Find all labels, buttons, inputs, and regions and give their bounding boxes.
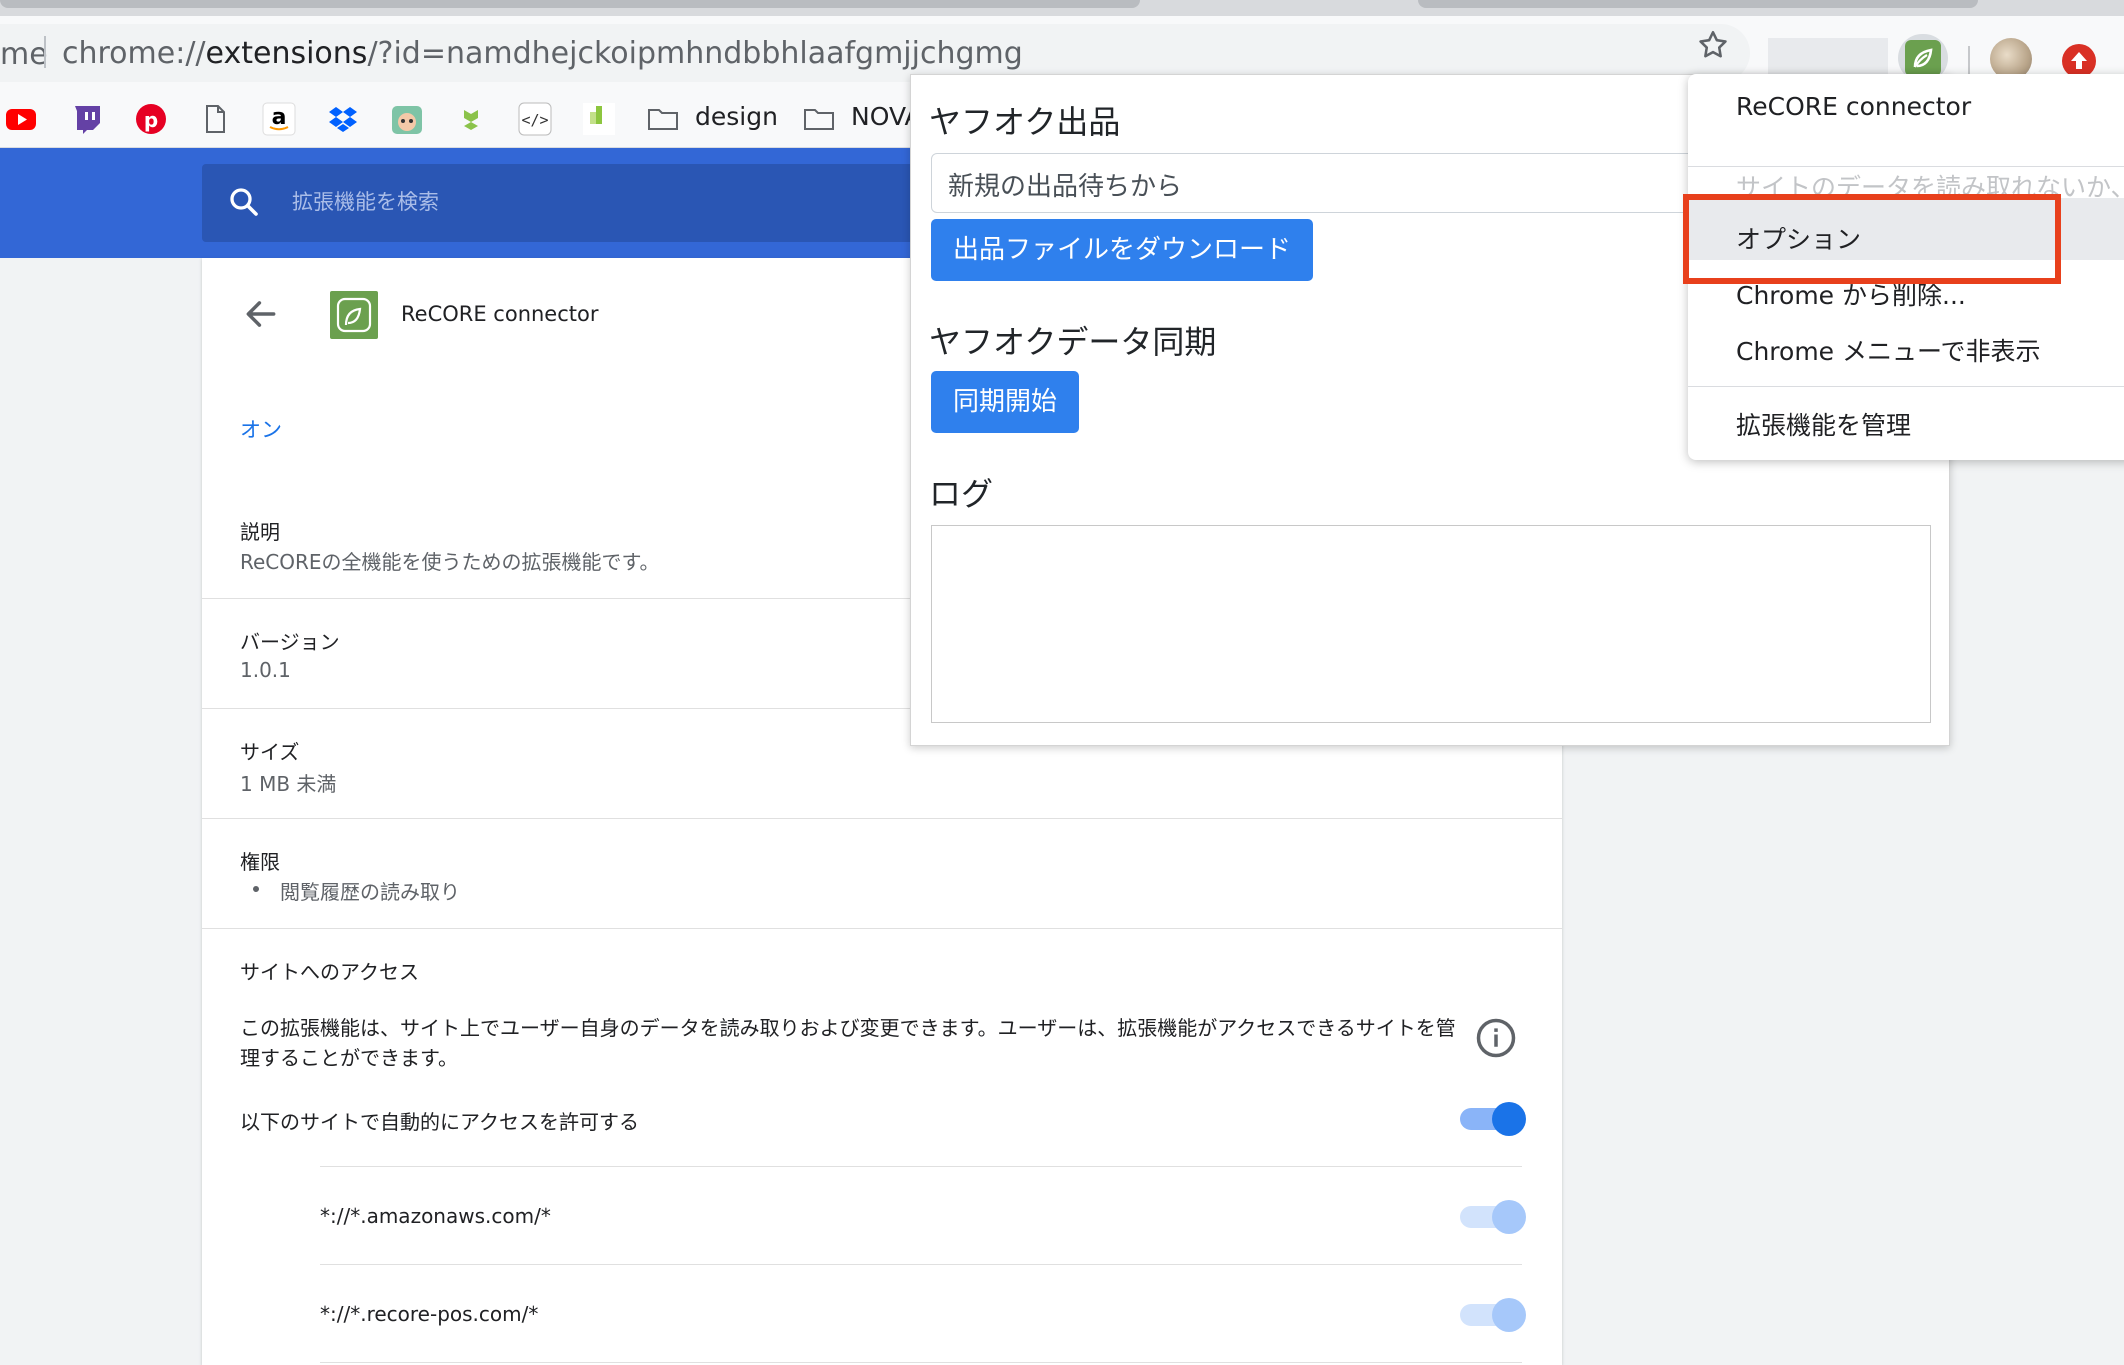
select-value: 新規の出品待ちから <box>948 172 1183 202</box>
update-icon[interactable] <box>2062 44 2096 78</box>
list-bullet <box>253 886 259 892</box>
pinterest-icon[interactable]: p <box>134 102 168 136</box>
search-icon <box>230 188 258 216</box>
leaf-icon <box>1905 40 1941 76</box>
url-host: extensions <box>205 36 368 71</box>
site-toggle <box>1460 1198 1526 1234</box>
auto-allow-toggle[interactable] <box>1460 1100 1526 1136</box>
cat-icon[interactable] <box>390 102 424 136</box>
bookmark-label[interactable]: design <box>695 102 778 131</box>
annotation-highlight-box <box>1683 194 2061 284</box>
folder-icon[interactable] <box>646 102 680 136</box>
site-pattern: *://*.recore-pos.com/* <box>320 1302 539 1326</box>
url-text[interactable]: chrome://extensions/?id=namdhejckoipmhnd… <box>62 36 1023 71</box>
sync-section-title: ヤフオクデータ同期 <box>929 323 1217 361</box>
url-prefix: me <box>0 37 48 72</box>
permissions-title: 権限 <box>240 850 280 874</box>
svg-text:</>: </> <box>521 111 548 129</box>
description-text: ReCOREの全機能を使うための拡張機能です。 <box>240 550 660 574</box>
menu-item-hide[interactable]: Chrome メニューで非表示 <box>1736 332 2041 368</box>
listing-section-title: ヤフオク出品 <box>929 103 1121 141</box>
site-access-title: サイトへのアクセス <box>240 960 419 984</box>
tab-strip <box>0 0 2124 16</box>
youtube-icon[interactable] <box>6 102 40 136</box>
bookmark-star-icon[interactable] <box>1696 28 1730 62</box>
code-icon[interactable]: </> <box>518 102 552 136</box>
size-value: 1 MB 未満 <box>240 772 337 796</box>
extension-icon-placeholder[interactable] <box>1768 38 1888 78</box>
tab-edge[interactable] <box>0 0 1140 8</box>
log-section-title: ログ <box>929 475 994 513</box>
version-title: バージョン <box>240 630 340 654</box>
site-pattern: *://*.amazonaws.com/* <box>320 1204 551 1228</box>
url-path: /?id=namdhejckoipmhndbbhlaafgmjjchgmg <box>367 36 1023 71</box>
menu-item-extension-name[interactable]: ReCORE connector <box>1736 92 1971 121</box>
toolbar-divider <box>1968 46 1970 76</box>
divider <box>320 1264 1522 1265</box>
extension-logo <box>330 291 378 339</box>
back-arrow-icon[interactable] <box>242 295 280 333</box>
site-access-description: この拡張機能は、サイト上でユーザー自身のデータを読み取りおよび変更できます。ユー… <box>240 1016 1456 1040</box>
smbc-icon[interactable] <box>582 102 616 136</box>
site-toggle <box>1460 1296 1526 1332</box>
amazon-icon[interactable]: a <box>262 102 296 136</box>
search-input[interactable]: 拡張機能を検索 <box>292 186 439 216</box>
download-listing-file-button[interactable]: 出品ファイルをダウンロード <box>931 219 1313 281</box>
size-title: サイズ <box>240 740 300 764</box>
omnibox-separator <box>44 36 46 68</box>
divider <box>202 928 1562 929</box>
cubes-icon[interactable] <box>454 102 488 136</box>
log-textarea[interactable] <box>931 525 1931 723</box>
auto-allow-label: 以下のサイトで自動的にアクセスを許可する <box>240 1110 639 1134</box>
svg-text:p: p <box>144 108 158 132</box>
divider <box>320 1362 1522 1363</box>
toggle-knob <box>1492 1102 1526 1136</box>
menu-separator <box>1688 386 2124 387</box>
svg-text:a: a <box>272 105 287 130</box>
start-sync-button[interactable]: 同期開始 <box>931 371 1079 433</box>
toggle-knob <box>1492 1298 1526 1332</box>
dropbox-icon[interactable] <box>326 102 360 136</box>
version-value: 1.0.1 <box>240 658 291 682</box>
menu-separator <box>1688 166 2124 167</box>
tab-edge[interactable] <box>1418 0 1978 8</box>
enabled-status: オン <box>240 418 282 442</box>
permission-item: 閲覧履歴の読み取り <box>280 880 460 904</box>
toggle-knob <box>1492 1200 1526 1234</box>
site-access-description: 理することができます。 <box>240 1046 458 1070</box>
page-icon[interactable] <box>198 102 232 136</box>
divider <box>320 1166 1522 1167</box>
twitch-icon[interactable] <box>70 102 104 136</box>
menu-item-manage-extensions[interactable]: 拡張機能を管理 <box>1736 406 1911 442</box>
divider <box>202 818 1562 819</box>
extension-name: ReCORE connector <box>401 302 599 326</box>
folder-icon[interactable] <box>802 102 836 136</box>
description-title: 説明 <box>240 520 280 544</box>
info-icon[interactable] <box>1475 1017 1517 1059</box>
url-scheme: chrome:// <box>62 36 206 71</box>
